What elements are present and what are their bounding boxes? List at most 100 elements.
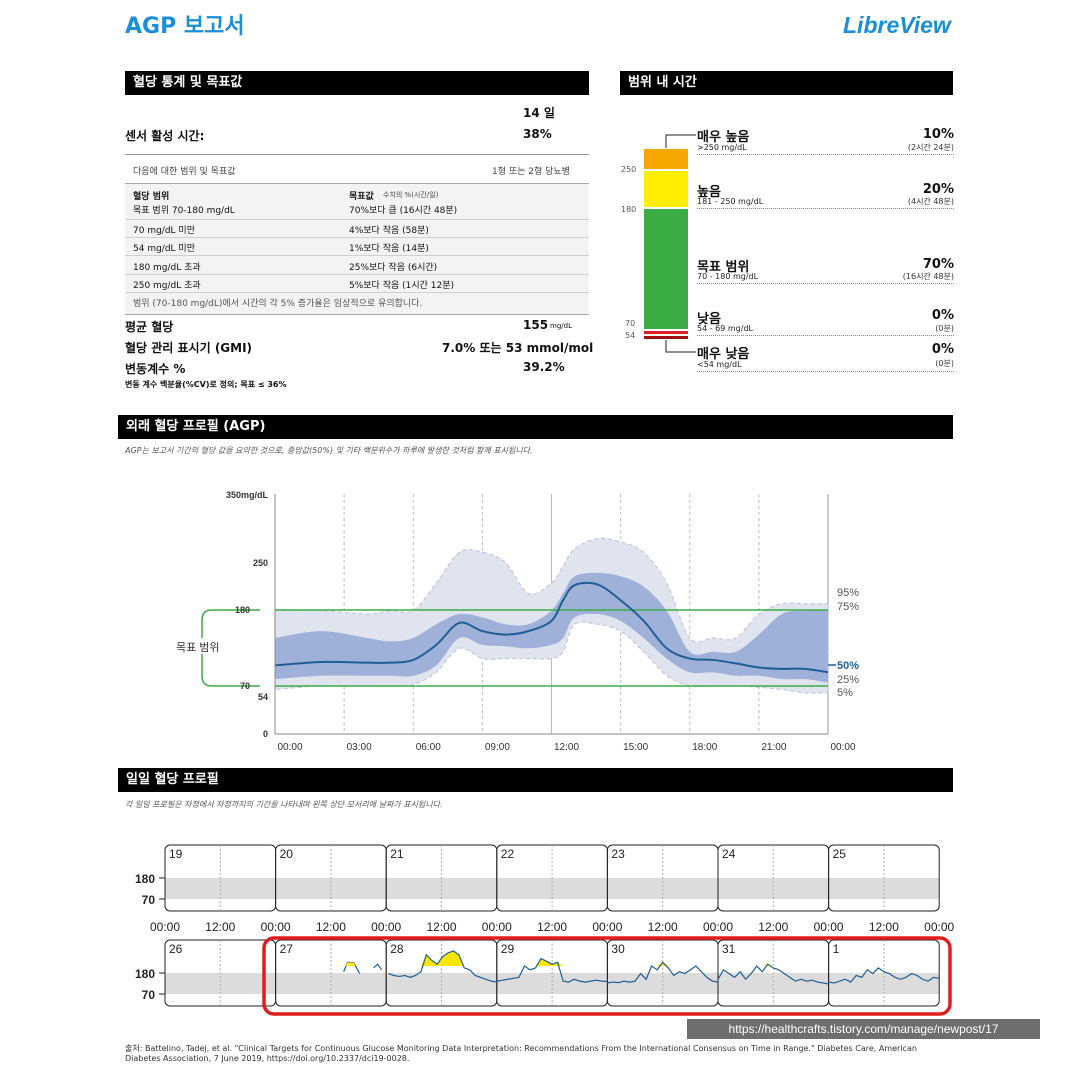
x-tick-label: 00:00 <box>924 920 954 934</box>
tir-sub-high: 181 - 250 mg/dL <box>697 197 764 206</box>
col-range-header: 혈당 범위 <box>133 192 170 202</box>
table-row-range: 54 mg/dL 미만 <box>133 244 195 254</box>
day-label: 19 <box>169 847 183 861</box>
high-fill <box>420 950 465 967</box>
tir-pct-very-high: 10% <box>922 127 954 142</box>
gmi-value: 7.0% 또는 53 mmol/mol <box>442 341 594 355</box>
gmi-label: 혈당 관리 표시기 (GMI) <box>125 341 253 355</box>
day-label: 28 <box>390 942 404 956</box>
table-row-range: 250 mg/dL 초과 <box>133 281 201 291</box>
y-tick-label: 70 <box>142 893 156 907</box>
cv-note: 변동 계수 백분율(%CV)로 정의; 목표 ≤ 36% <box>125 380 287 389</box>
table-row-range: 180 mg/dL 초과 <box>133 263 201 273</box>
diabetes-type: 1형 또는 2형 당뇨병 <box>492 167 570 177</box>
daily-description: 각 일일 프로필은 자정에서 자정까지의 기간을 나타내며 왼쪽 상단 모서리에… <box>125 800 443 809</box>
day-label: 31 <box>722 942 736 956</box>
day-label: 30 <box>611 942 625 956</box>
table-row-range: 70 mg/dL 미만 <box>133 226 195 236</box>
tir-divider <box>697 154 954 155</box>
row-divider <box>125 292 589 293</box>
divider <box>125 154 589 155</box>
tir-pct-low: 0% <box>931 308 954 323</box>
x-tick-label: 12:00 <box>758 920 788 934</box>
cv-value: 39.2% <box>523 360 565 374</box>
y-tick-label: 180 <box>135 872 155 886</box>
targets-for-label: 다음에 대한 범위 및 목표값 <box>133 167 236 177</box>
day-label: 20 <box>280 847 294 861</box>
agp-chart: 목표 범위 350mg/dL 250 180 70 54 0 00:00 03:0… <box>170 490 859 753</box>
targets-table: 혈당 범위 목표값 수치의 %(시간/일) 목표 범위 70-180 mg/dL… <box>125 183 589 315</box>
row-divider <box>125 255 589 256</box>
x-tick-label: 09:00 <box>485 742 510 753</box>
tir-time-high: (4시간 48분) <box>907 197 954 206</box>
tir-connectors <box>665 134 696 353</box>
tir-pct-high: 20% <box>922 182 954 197</box>
cv-label: 변동계수 % <box>125 362 186 376</box>
x-tick-label: 12:00 <box>316 920 346 934</box>
sensor-active-value: 38% <box>523 127 552 141</box>
day-label: 23 <box>611 847 625 861</box>
percentile-label-95: 95% <box>837 587 859 599</box>
day-label: 21 <box>390 847 404 861</box>
x-tick-label: 12:00 <box>554 742 579 753</box>
tir-pct-very-low: 0% <box>931 342 954 357</box>
report-title: AGP 보고서 <box>125 14 245 39</box>
libreview-logo: LibreView <box>843 12 951 38</box>
y-tick-label: 180 <box>135 967 155 981</box>
avg-glucose-label: 평균 혈당 <box>125 320 174 334</box>
row-divider <box>125 274 589 275</box>
tir-time-low: (0분) <box>935 324 954 333</box>
tir-divider <box>697 371 954 372</box>
daily-section-header: 일일 혈당 프로필 <box>118 768 953 792</box>
table-row-goal: 25%보다 작음 (6시간) <box>349 263 438 273</box>
tir-time-very-low: (0분) <box>935 359 954 368</box>
tir-sub-low: 54 - 69 mg/dL <box>697 324 753 333</box>
x-tick-label: 00:00 <box>261 920 291 934</box>
tir-axis-70: 70 <box>625 319 636 328</box>
day-label: 26 <box>169 942 183 956</box>
agp-section-header: 외래 혈당 프로필 (AGP) <box>118 415 953 439</box>
x-tick-label: 12:00 <box>869 920 899 934</box>
tir-sub-target: 70 - 180 mg/dL <box>697 272 759 281</box>
tir-divider <box>697 208 954 209</box>
x-tick-label: 12:00 <box>205 920 235 934</box>
x-tick-label: 00:00 <box>277 742 302 753</box>
x-tick-label: 00:00 <box>150 920 180 934</box>
tir-time-very-high: (2시간 24분) <box>907 143 954 152</box>
tir-sub-very-high: >250 mg/dL <box>697 143 747 152</box>
day-label: 25 <box>833 847 847 861</box>
x-tick-label: 00:00 <box>592 920 622 934</box>
percentile-label-50: 50% <box>837 660 859 672</box>
table-row-goal: 70%보다 큼 (16시간 48분) <box>349 206 458 216</box>
tir-time-target: (16시간 48분) <box>902 272 954 281</box>
agp-description: AGP는 보고서 기간의 혈당 값을 요약한 것으로, 중앙값(50%) 및 기… <box>125 446 533 455</box>
row-divider <box>125 237 589 238</box>
clinical-note: 범위 (70-180 mg/dL)에서 시간의 각 5% 증가율은 임상적으로 … <box>133 299 423 309</box>
y-tick-label: 70 <box>142 988 156 1002</box>
x-tick-label: 12:00 <box>648 920 678 934</box>
day-label: 29 <box>501 942 515 956</box>
y-tick-label: 350mg/dL <box>226 490 269 500</box>
daily-profiles-chart: 19 20 21 22 23 24 25 26 27 28 29 30 31 1 180 70 180 7… <box>135 844 955 1016</box>
col-goal-header: 목표값 <box>349 192 374 202</box>
percentile-label-75: 75% <box>837 601 859 613</box>
tir-pct-target: 70% <box>922 257 954 272</box>
sensor-active-label: 센서 활성 시간: <box>125 129 205 143</box>
x-tick-label: 00:00 <box>830 742 855 753</box>
day-label: 1 <box>833 942 840 956</box>
tir-axis-54: 54 <box>625 331 636 340</box>
x-tick-label: 00:00 <box>371 920 401 934</box>
tir-axis-180: 180 <box>621 205 637 214</box>
tir-axis-250: 250 <box>621 165 637 174</box>
col-goal-subheader: 수치의 %(시간/일) <box>383 191 439 199</box>
x-tick-label: 15:00 <box>623 742 648 753</box>
x-tick-label: 12:00 <box>426 920 456 934</box>
table-row-goal: 1%보다 작음 (14분) <box>349 244 429 254</box>
y-tick-label: 180 <box>235 605 250 615</box>
table-row-goal: 4%보다 작음 (58분) <box>349 226 429 236</box>
tir-section-header: 범위 내 시간 <box>620 71 953 95</box>
report-days: 14 일 <box>523 106 555 120</box>
tir-sub-very-low: <54 mg/dL <box>697 360 742 369</box>
stats-section-header: 혈당 통계 및 목표값 <box>125 71 589 95</box>
x-tick-label: 21:00 <box>761 742 786 753</box>
